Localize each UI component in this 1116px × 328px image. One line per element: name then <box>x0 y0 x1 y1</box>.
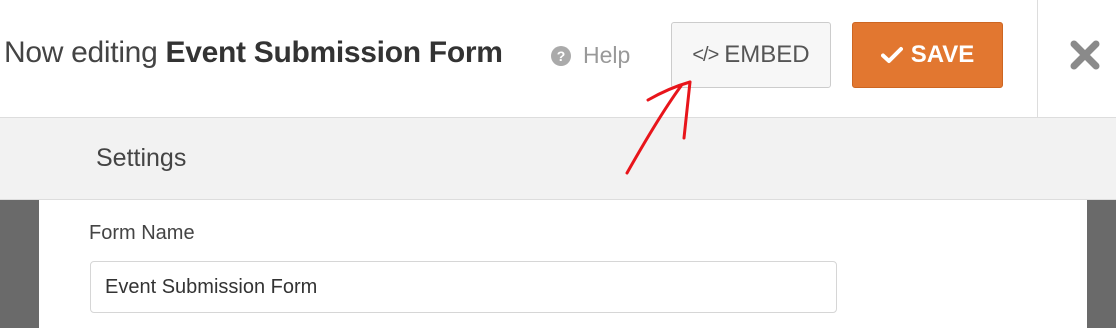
editing-prefix: Now editing <box>4 36 158 69</box>
code-icon: </> <box>692 43 719 66</box>
help-icon: ? <box>551 45 571 66</box>
editor-header: Now editing Event Submission Form ? Help… <box>0 0 1116 118</box>
settings-bar: Settings <box>0 118 1116 200</box>
close-button[interactable] <box>1068 38 1102 72</box>
check-icon <box>880 46 903 64</box>
form-name-input[interactable] <box>90 261 837 313</box>
help-label: Help <box>583 42 631 68</box>
header-divider <box>1037 0 1038 118</box>
form-name-label: Form Name <box>89 222 195 244</box>
embed-button[interactable]: </> EMBED <box>671 22 831 88</box>
editing-title: Now editing Event Submission Form <box>4 36 503 70</box>
save-label: SAVE <box>910 41 975 68</box>
embed-label: EMBED <box>724 41 810 68</box>
close-icon <box>1070 40 1100 70</box>
settings-title: Settings <box>96 144 187 172</box>
form-title: Event Submission Form <box>165 36 503 69</box>
help-link[interactable]: ? Help <box>551 42 630 69</box>
save-button[interactable]: SAVE <box>852 22 1003 88</box>
